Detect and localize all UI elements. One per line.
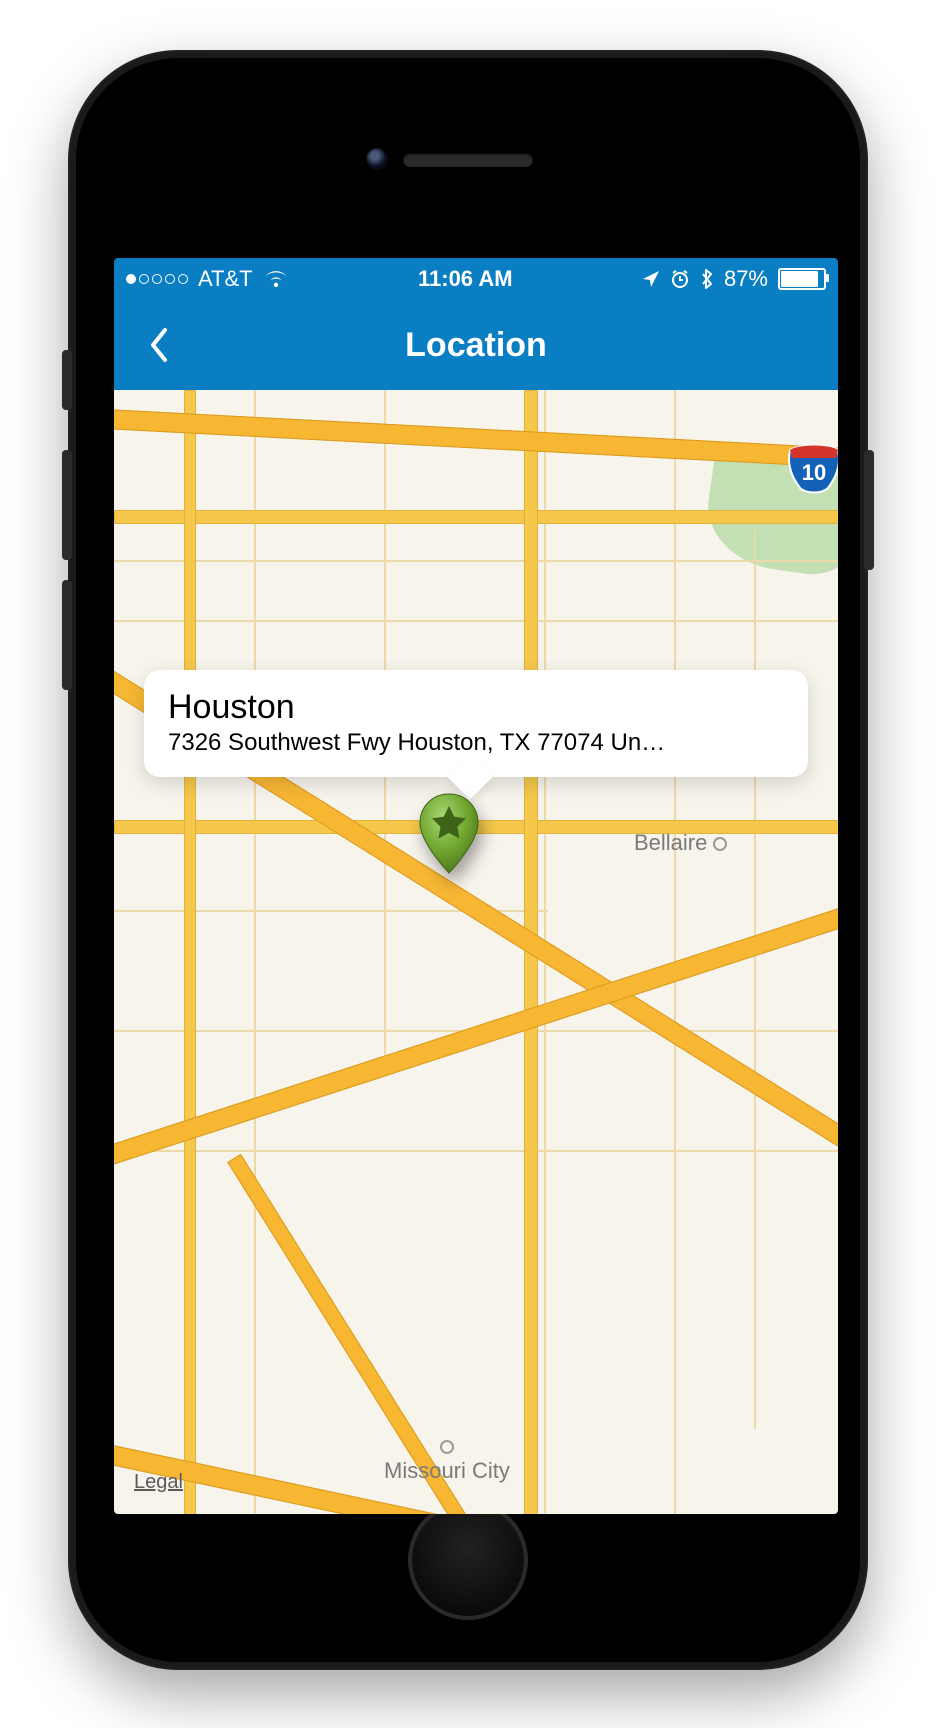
- location-arrow-icon: [642, 270, 660, 288]
- city-label-missouri: Missouri City: [384, 1440, 510, 1484]
- phone-bezel: AT&T 11:06 AM: [76, 58, 860, 1662]
- map-pin[interactable]: [414, 790, 484, 880]
- status-bar: AT&T 11:06 AM: [114, 258, 838, 300]
- status-right: 87%: [642, 266, 826, 292]
- front-camera: [366, 148, 388, 170]
- city-label-bellaire: Bellaire: [634, 830, 727, 856]
- volume-down-button: [62, 580, 72, 690]
- phone-frame: AT&T 11:06 AM: [68, 50, 868, 1670]
- power-button: [864, 450, 874, 570]
- battery-icon: [778, 268, 826, 290]
- city-text: Missouri City: [384, 1458, 510, 1483]
- page-title: Location: [405, 326, 547, 365]
- callout-title: Houston: [168, 688, 784, 727]
- home-button[interactable]: [408, 1500, 528, 1620]
- battery-pct-label: 87%: [724, 266, 768, 292]
- road: [114, 510, 838, 524]
- legal-link[interactable]: Legal: [134, 1471, 183, 1494]
- minor-road: [674, 390, 676, 1514]
- stage: AT&T 11:06 AM: [0, 0, 936, 1728]
- status-left: AT&T: [126, 266, 289, 292]
- wifi-icon: [263, 269, 289, 289]
- bluetooth-icon: [700, 268, 714, 290]
- pin-icon: [414, 790, 484, 880]
- interstate-shield-icon: 10: [786, 440, 838, 496]
- location-callout[interactable]: Houston 7326 Southwest Fwy Houston, TX 7…: [144, 670, 808, 777]
- back-button[interactable]: [128, 300, 188, 390]
- minor-road: [754, 530, 756, 1429]
- mute-switch: [62, 350, 72, 410]
- carrier-label: AT&T: [198, 266, 253, 292]
- minor-road: [114, 620, 838, 622]
- signal-dots-icon: [126, 274, 188, 284]
- road: [184, 390, 196, 1514]
- callout-address: 7326 Southwest Fwy Houston, TX 77074 Un…: [168, 729, 784, 757]
- city-text: Bellaire: [634, 830, 707, 855]
- earpiece-speaker: [403, 153, 533, 167]
- minor-road: [254, 390, 256, 1514]
- minor-road: [114, 1150, 838, 1152]
- volume-up-button: [62, 450, 72, 560]
- city-dot-icon: [440, 1440, 454, 1454]
- screen: AT&T 11:06 AM: [114, 258, 838, 1514]
- minor-road: [114, 560, 838, 562]
- navigation-bar: Location: [114, 300, 838, 390]
- interstate-number: 10: [802, 460, 826, 485]
- clock-label: 11:06 AM: [418, 266, 513, 292]
- chevron-left-icon: [147, 326, 169, 364]
- highway: [114, 830, 838, 1190]
- map-view[interactable]: 10 Bellaire Missouri City Houston: [114, 390, 838, 1514]
- alarm-icon: [670, 269, 690, 289]
- city-dot-icon: [713, 837, 727, 851]
